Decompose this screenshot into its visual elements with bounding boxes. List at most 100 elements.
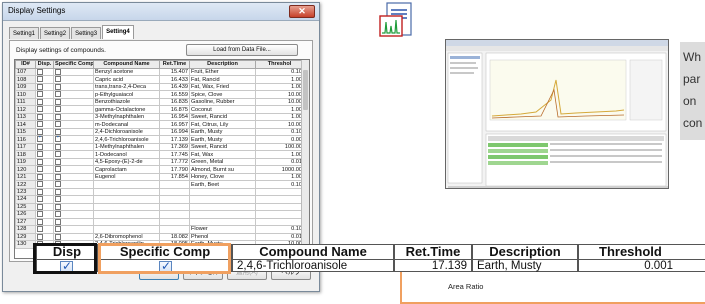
disp-cell [35,127,54,137]
column-header[interactable]: Specific Comp. [53,60,94,69]
disp-checkbox[interactable] [37,106,43,113]
tab-setting2[interactable]: Setting2 [40,27,71,39]
table-row[interactable]: 121 Eugenol 17.854 Honey, Clove 1.00 [15,172,304,182]
disp-checkbox[interactable] [37,174,43,180]
specific-comp-checkbox[interactable] [55,166,61,173]
disp-checkbox[interactable] [37,189,43,195]
table-row[interactable]: 127 [15,217,304,227]
disp-cell [35,232,54,242]
specific-comp-checkbox[interactable] [55,219,61,225]
tab-setting3[interactable]: Setting3 [71,27,102,39]
table-row[interactable]: 122 Earth, Beet 0.10 [15,180,304,189]
specific-comp-checkbox[interactable] [55,69,61,75]
specific-comp-checkbox[interactable] [55,189,61,195]
specific-comp-checkbox[interactable] [55,99,61,105]
disp-cell [35,172,54,182]
column-header[interactable]: Description [189,60,256,69]
specific-comp-cell [53,180,94,189]
table-row[interactable]: 115 2,4-Dichloroanisole 16.994 Earth, Musty… [15,127,304,137]
table-row[interactable]: 128 Flower 0.10 [15,225,304,234]
row-id-cell: 119 [15,157,36,167]
table-row[interactable]: 129 2,6-Dibromophenol 18.082 Phenol 0.01 [15,232,304,242]
table-row[interactable]: 125 [15,202,304,212]
grid-scrollbar[interactable] [301,60,309,258]
ret-time-cell: 16.875 [159,105,190,114]
table-row[interactable]: 111 Benzothiazole 16.835 Gasoline, Rubber 10… [15,97,304,107]
ret-time-cell [159,187,190,197]
close-button[interactable]: ✕ [289,5,315,18]
disp-checkbox[interactable] [37,121,43,128]
disp-checkbox[interactable] [37,181,43,188]
column-header[interactable]: Disp. [35,60,54,69]
specific-comp-checkbox[interactable] [55,92,61,98]
compound-name-cell: Caprolactam [93,165,160,174]
disp-checkbox[interactable] [37,77,43,83]
disp-checkbox[interactable] [37,219,43,225]
specific-comp-checkbox[interactable] [55,114,61,120]
disp-checkbox[interactable] [37,99,43,105]
table-row[interactable]: 126 [15,210,304,219]
compound-grid[interactable]: ID# Disp. Specific Comp. Compound Name R… [14,59,310,259]
table-row[interactable]: 116 2,4,6-Trichloroanisole17.139Earth, Mu… [15,135,304,144]
specific-comp-checkbox[interactable] [55,226,61,233]
disp-cell [35,97,54,107]
table-row[interactable]: 108 Capric acid 16.433 Fat, Rancid 1.00 [15,75,304,85]
description-cell: Flower [189,225,256,234]
table-row[interactable]: 124 [15,195,304,204]
column-header[interactable]: Threshol [255,60,304,69]
tab-setting4[interactable]: Setting4 [102,25,134,39]
load-from-data-file-button[interactable]: Load from Data File... [186,44,298,56]
specific-comp-checkbox[interactable] [55,196,61,203]
disp-checkbox[interactable] [37,159,43,165]
table-row[interactable]: 117 1-Methylnaphthalen 17.369 Sweet, Rancid… [15,142,304,152]
specific-comp-checkbox[interactable] [55,204,61,210]
table-row[interactable]: 120 Caprolactam 17.790 Almond, Burnt su 1000… [15,165,304,174]
specific-comp-checkbox[interactable] [55,151,61,158]
disp-checkbox[interactable] [37,211,43,218]
specific-comp-checkbox[interactable] [55,144,61,150]
table-row[interactable]: 110 p-Ethylguaiacol 16.559 Spice, Clove 10.0… [15,90,304,99]
table-row[interactable]: 112 gamma-Octalactone 16.875 Coconut 1.00 [15,105,304,114]
specific-comp-checkbox[interactable] [55,77,61,83]
column-header[interactable]: ID# [15,60,36,69]
disp-checkbox[interactable] [37,69,43,75]
disp-checkbox[interactable] [37,114,43,120]
specific-comp-checkbox[interactable] [55,174,61,180]
disp-checkbox[interactable] [37,196,43,203]
tab-setting1[interactable]: Setting1 [9,27,40,39]
specific-comp-cell [53,135,94,144]
table-row[interactable]: 109 trans,trans-2,4-Deca 16.439 Fat, Wax, F… [15,82,304,92]
disp-checkbox[interactable] [37,204,43,210]
specific-comp-checkbox[interactable] [55,159,61,165]
dialog-titlebar[interactable]: Display Settings ✕ [3,3,319,21]
table-row[interactable]: 114 m-Dodecanal 16.957 Fat, Citrus, Lily 10.… [15,120,304,129]
specific-comp-checkbox[interactable] [55,234,61,240]
disp-checkbox[interactable] [37,92,43,98]
disp-checkbox[interactable] [37,144,43,150]
table-row[interactable]: 113 3-Methylnaphthalen 16.954 Sweet, Rancid… [15,112,304,122]
column-header[interactable]: Ret.Time [159,60,190,69]
table-row[interactable]: 107 Benzyl acetone 15.407 Fruit, Ether 0.10 [15,67,304,77]
disp-checkbox[interactable] [37,151,43,158]
disp-checkbox[interactable] [37,166,43,173]
specific-comp-checkbox[interactable] [55,181,61,188]
table-row[interactable]: 118 1-Dodecanol 17.745 Fat, Wax 1.00 [15,150,304,159]
table-row[interactable]: 123 [15,187,304,197]
specific-comp-checkbox[interactable] [55,129,61,135]
specific-comp-checkbox[interactable] [55,84,61,90]
disp-checkbox[interactable] [37,84,43,90]
disp-checkbox[interactable] [37,234,43,240]
row-id-cell: 113 [15,112,36,122]
column-header[interactable]: Compound Name [93,60,160,69]
threshold-cell: 10.00 [255,97,304,107]
specific-comp-checkbox[interactable] [55,136,62,143]
disp-checkbox[interactable] [37,226,43,233]
specific-comp-checkbox[interactable] [55,106,61,113]
disp-checkbox[interactable] [37,129,43,135]
disp-cell [35,105,54,114]
disp-checkbox[interactable] [37,136,44,143]
specific-comp-checkbox[interactable] [55,121,61,128]
table-row[interactable]: 119 4,5-Epoxy-(E)-2-de 17.772 Green, Metal 0… [15,157,304,167]
specific-comp-checkbox[interactable] [55,211,61,218]
scrollbar-thumb[interactable] [303,70,308,110]
